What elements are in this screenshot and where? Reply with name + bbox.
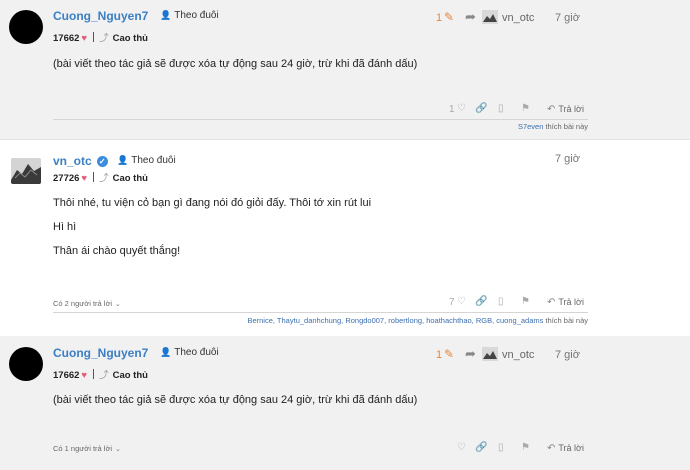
like-count[interactable]: 1 — [449, 104, 455, 115]
separator — [93, 369, 95, 379]
follow-label: Theo đuôi — [174, 10, 219, 21]
username[interactable]: vn_otc ✓ — [53, 154, 108, 168]
post-time[interactable]: 7 giờ — [555, 349, 580, 361]
liked-suffix: thích bài này — [545, 122, 588, 131]
rank-label: Cao thủ — [112, 173, 148, 184]
post-time[interactable]: 7 giờ — [555, 12, 580, 24]
avatar[interactable] — [11, 158, 41, 184]
reply-to-avatar[interactable] — [482, 10, 498, 24]
bookmark-icon[interactable]: ▯ — [498, 103, 504, 114]
link-icon[interactable]: 🔗 — [475, 103, 487, 114]
liker-links[interactable]: Bernice, Thaytu_danhchung, Rongdo007, ro… — [247, 316, 543, 325]
points: 17662 — [53, 370, 80, 381]
trending-icon: ⤴ — [99, 370, 109, 381]
username[interactable]: Cuong_Nguyen7 — [53, 346, 148, 360]
reply-to-avatar[interactable] — [482, 347, 498, 361]
post-body: (bài viết theo tác giả sẽ được xóa tự độ… — [53, 57, 417, 71]
follow-label: Theo đuôi — [174, 347, 219, 358]
follow-button[interactable]: 👤 Theo đuôi — [160, 347, 219, 358]
reply-icon: ↶ — [547, 297, 556, 308]
reply-button[interactable]: ↶ Trả lời — [547, 443, 584, 454]
reply-icon: ↶ — [547, 104, 556, 115]
heart-icon[interactable]: ♡ — [457, 296, 466, 307]
reply-to-username[interactable]: vn_otc — [502, 12, 534, 24]
post-paragraph: Thôi nhé, tu viện cỏ bạn gì đang nói đó … — [53, 197, 372, 209]
heart-icon: ♥ — [81, 33, 88, 44]
bookmark-icon[interactable]: ▯ — [498, 296, 504, 307]
reply-icon: ↶ — [547, 443, 556, 454]
post-item: Cuong_Nguyen7 👤 Theo đuôi 17662 ♥ ⤴ Cao thủ … — [0, 0, 690, 139]
trending-icon: ⤴ — [99, 173, 109, 184]
rank-label: Cao thủ — [112, 370, 148, 381]
post-paragraph: (bài viết theo tác giả sẽ được xóa tự độ… — [53, 58, 418, 70]
replies-toggle[interactable]: Có 1 người trả lời ⌄ — [53, 444, 121, 453]
post-body: Thôi nhé, tu viện cỏ bạn gì đang nói đó … — [53, 196, 371, 258]
link-icon[interactable]: 🔗 — [475, 296, 487, 307]
divider — [53, 312, 588, 313]
points: 17662 — [53, 33, 80, 44]
like-count[interactable]: 7 — [449, 297, 455, 308]
separator — [93, 32, 95, 42]
bookmark-icon[interactable]: ▯ — [498, 442, 504, 453]
reply-label: Trả lời — [558, 297, 584, 307]
post-item: vn_otc ✓ 👤 Theo đuôi 27726 ♥ ⤴ Cao thủ 7 giờ … — [0, 139, 690, 337]
flag-icon[interactable]: ⚑ — [521, 103, 530, 114]
trending-icon: ⤴ — [99, 33, 109, 44]
follow-label: Theo đuôi — [131, 155, 176, 166]
reply-to-username[interactable]: vn_otc — [502, 349, 534, 361]
post-body: (bài viết theo tác giả sẽ được xóa tự độ… — [53, 393, 417, 407]
user-stats: 17662 ♥ ⤴ Cao thủ — [53, 367, 148, 381]
replies-summary: Có 2 người trả lời — [53, 299, 113, 308]
post-time[interactable]: 7 giờ — [555, 153, 580, 165]
edit-count[interactable]: 1 — [436, 12, 442, 24]
chevron-down-icon: ⌄ — [115, 301, 121, 308]
points: 27726 — [53, 173, 80, 184]
post-paragraph: Hì hì — [53, 221, 77, 233]
reply-label: Trả lời — [558, 104, 584, 114]
follow-button[interactable]: 👤 Theo đuôi — [160, 10, 219, 21]
person-plus-icon: 👤 — [160, 10, 172, 20]
post-item: Cuong_Nguyen7 👤 Theo đuôi 17662 ♥ ⤴ Cao thủ … — [0, 336, 690, 470]
reply-button[interactable]: ↶ Trả lời — [547, 104, 584, 115]
heart-icon: ♥ — [81, 370, 88, 381]
liked-suffix: thích bài này — [545, 316, 588, 325]
username[interactable]: Cuong_Nguyen7 — [53, 9, 148, 23]
follow-button[interactable]: 👤 Theo đuôi — [117, 155, 176, 166]
user-stats: 27726 ♥ ⤴ Cao thủ — [53, 170, 148, 184]
rank-label: Cao thủ — [112, 33, 148, 44]
verified-check-icon: ✓ — [96, 156, 108, 167]
reply-button[interactable]: ↶ Trả lời — [547, 297, 584, 308]
avatar[interactable] — [9, 347, 43, 381]
post-paragraph: Thân ái chào quyết thắng! — [53, 245, 181, 257]
post-paragraph: (bài viết theo tác giả sẽ được xóa tự độ… — [53, 394, 418, 406]
heart-icon[interactable]: ♡ — [457, 103, 466, 114]
replies-summary: Có 1 người trả lời — [53, 444, 113, 453]
chevron-down-icon: ⌄ — [115, 446, 121, 453]
heart-icon[interactable]: ♡ — [457, 442, 466, 453]
username-text: vn_otc — [53, 154, 92, 168]
edit-count[interactable]: 1 — [436, 349, 442, 361]
pencil-icon[interactable]: ✎ — [444, 10, 454, 24]
likers-line: Bernice, Thaytu_danhchung, Rongdo007, ro… — [247, 316, 588, 325]
flag-icon[interactable]: ⚑ — [521, 296, 530, 307]
replies-toggle[interactable]: Có 2 người trả lời ⌄ — [53, 299, 121, 308]
flag-icon[interactable]: ⚑ — [521, 442, 530, 453]
person-plus-icon: 👤 — [160, 347, 172, 357]
heart-icon: ♥ — [81, 173, 88, 184]
avatar[interactable] — [9, 10, 43, 44]
person-plus-icon: 👤 — [117, 155, 129, 165]
user-stats: 17662 ♥ ⤴ Cao thủ — [53, 30, 148, 44]
share-arrow-icon: ➦ — [465, 9, 476, 24]
link-icon[interactable]: 🔗 — [475, 442, 487, 453]
liker-link[interactable]: S7even — [518, 122, 543, 131]
reply-label: Trả lời — [558, 443, 584, 453]
divider — [53, 119, 588, 120]
separator — [93, 172, 95, 182]
likers-line: S7even thích bài này — [518, 122, 588, 131]
share-arrow-icon: ➦ — [465, 346, 476, 361]
pencil-icon[interactable]: ✎ — [444, 347, 454, 361]
